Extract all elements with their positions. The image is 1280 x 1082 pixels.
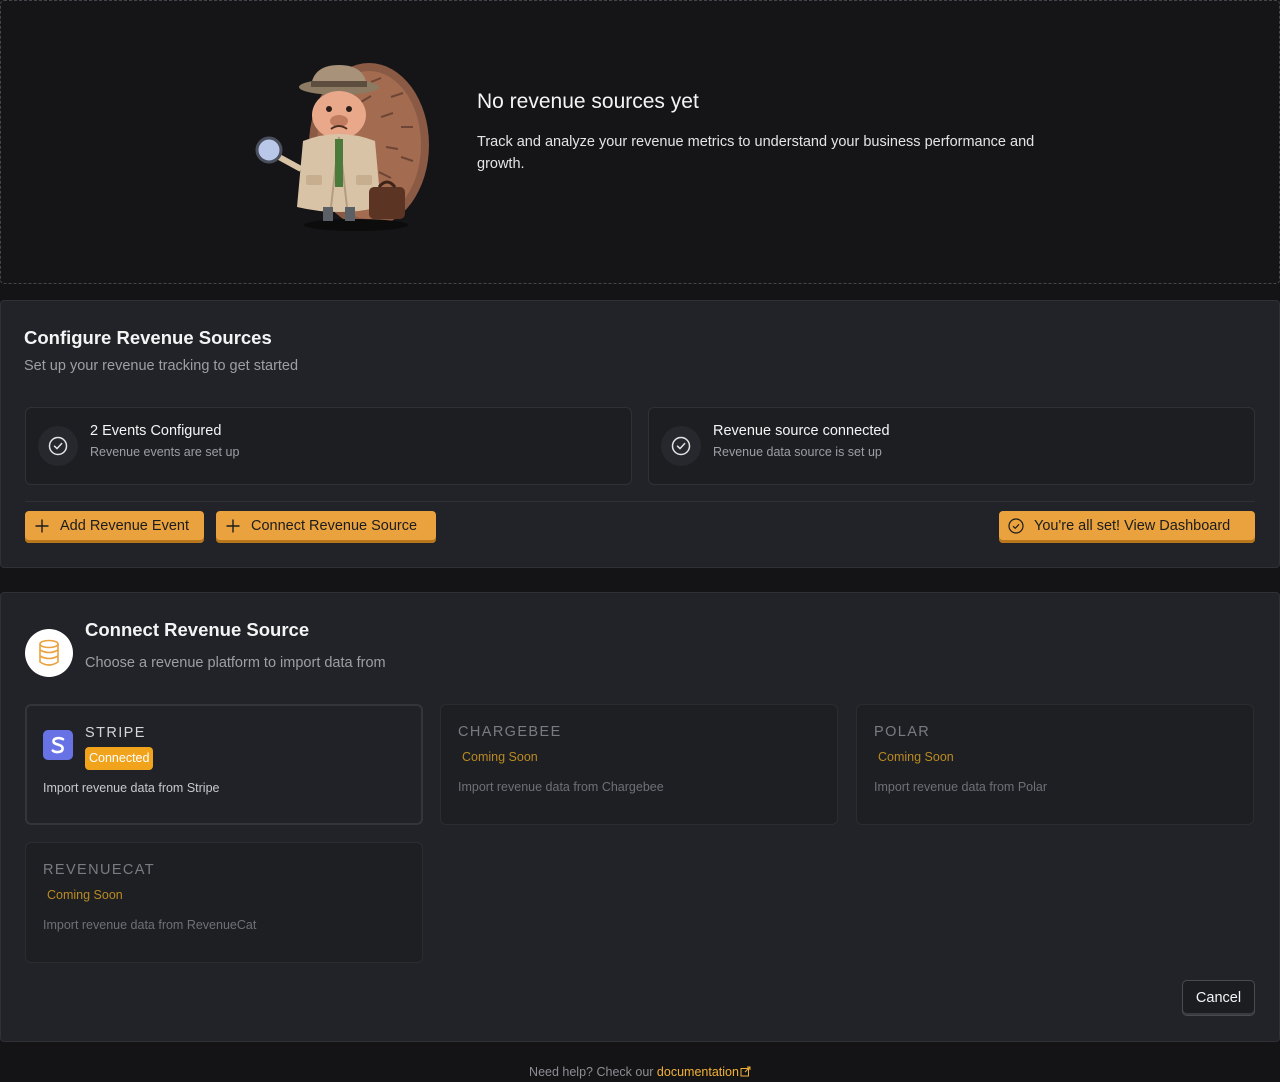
provider-description: Import revenue data from Stripe xyxy=(43,781,220,795)
add-revenue-event-button[interactable]: Add Revenue Event xyxy=(25,511,204,543)
status-badge: Connected xyxy=(85,747,154,770)
events-configured-status: 2 Events Configured Revenue events are s… xyxy=(25,407,632,485)
configure-subtitle: Set up your revenue tracking to get star… xyxy=(24,358,299,374)
database-icon xyxy=(25,629,73,677)
button-label: Add Revenue Event xyxy=(60,517,189,534)
status-badge: Coming Soon xyxy=(878,750,954,764)
status-subtitle: Revenue events are set up xyxy=(90,445,240,459)
help-prefix: Need help? Check our xyxy=(529,1065,654,1079)
provider-card-chargebee: CHARGEBEE Coming Soon Import revenue dat… xyxy=(440,704,838,825)
divider xyxy=(25,501,1255,502)
source-connected-status: Revenue source connected Revenue data so… xyxy=(648,407,1255,485)
provider-name: POLAR xyxy=(874,724,931,740)
connect-source-subtitle: Choose a revenue platform to import data… xyxy=(85,655,386,671)
status-title: Revenue source connected xyxy=(713,423,890,439)
provider-description: Import revenue data from Chargebee xyxy=(458,780,664,794)
cancel-button[interactable]: Cancel xyxy=(1182,980,1255,1016)
button-label: You're all set! View Dashboard xyxy=(1034,517,1231,534)
provider-card-polar: POLAR Coming Soon Import revenue data fr… xyxy=(856,704,1254,825)
plus-icon xyxy=(35,519,49,532)
button-label: Connect Revenue Source xyxy=(251,517,418,534)
view-dashboard-button[interactable]: You're all set! View Dashboard xyxy=(999,511,1255,543)
status-badge: Coming Soon xyxy=(47,888,123,902)
status-subtitle: Revenue data source is set up xyxy=(713,445,882,459)
empty-state-title: No revenue sources yet xyxy=(477,90,699,113)
provider-card-revenuecat: REVENUECAT Coming Soon Import revenue da… xyxy=(25,842,423,963)
connect-source-title: Connect Revenue Source xyxy=(85,619,310,640)
documentation-link-label: documentation xyxy=(656,1065,739,1079)
check-circle-icon xyxy=(1008,517,1024,534)
documentation-link[interactable]: documentation xyxy=(657,1065,751,1079)
provider-name: STRIPE xyxy=(85,725,146,741)
connect-revenue-source-button[interactable]: Connect Revenue Source xyxy=(216,511,436,543)
provider-description: Import revenue data from RevenueCat xyxy=(43,918,257,932)
help-text: Need help? Check our documentation xyxy=(0,1065,1280,1079)
status-badge: Coming Soon xyxy=(462,750,538,764)
configure-title: Configure Revenue Sources xyxy=(24,327,272,348)
detective-hedgehog-illustration xyxy=(255,63,429,231)
provider-name: CHARGEBEE xyxy=(458,724,562,740)
check-circle-icon xyxy=(661,426,701,466)
external-link-icon xyxy=(740,1066,751,1077)
plus-icon xyxy=(226,519,240,532)
empty-state-panel: No revenue sources yet Track and analyze… xyxy=(0,0,1280,284)
provider-name: REVENUECAT xyxy=(43,862,156,878)
status-title: 2 Events Configured xyxy=(90,423,222,439)
empty-state-description: Track and analyze your revenue metrics t… xyxy=(477,134,1035,172)
provider-card-stripe[interactable]: STRIPE Connected Import revenue data fro… xyxy=(25,704,423,825)
check-circle-icon xyxy=(38,426,78,466)
provider-description: Import revenue data from Polar xyxy=(874,780,1047,794)
stripe-logo-icon xyxy=(43,730,73,760)
